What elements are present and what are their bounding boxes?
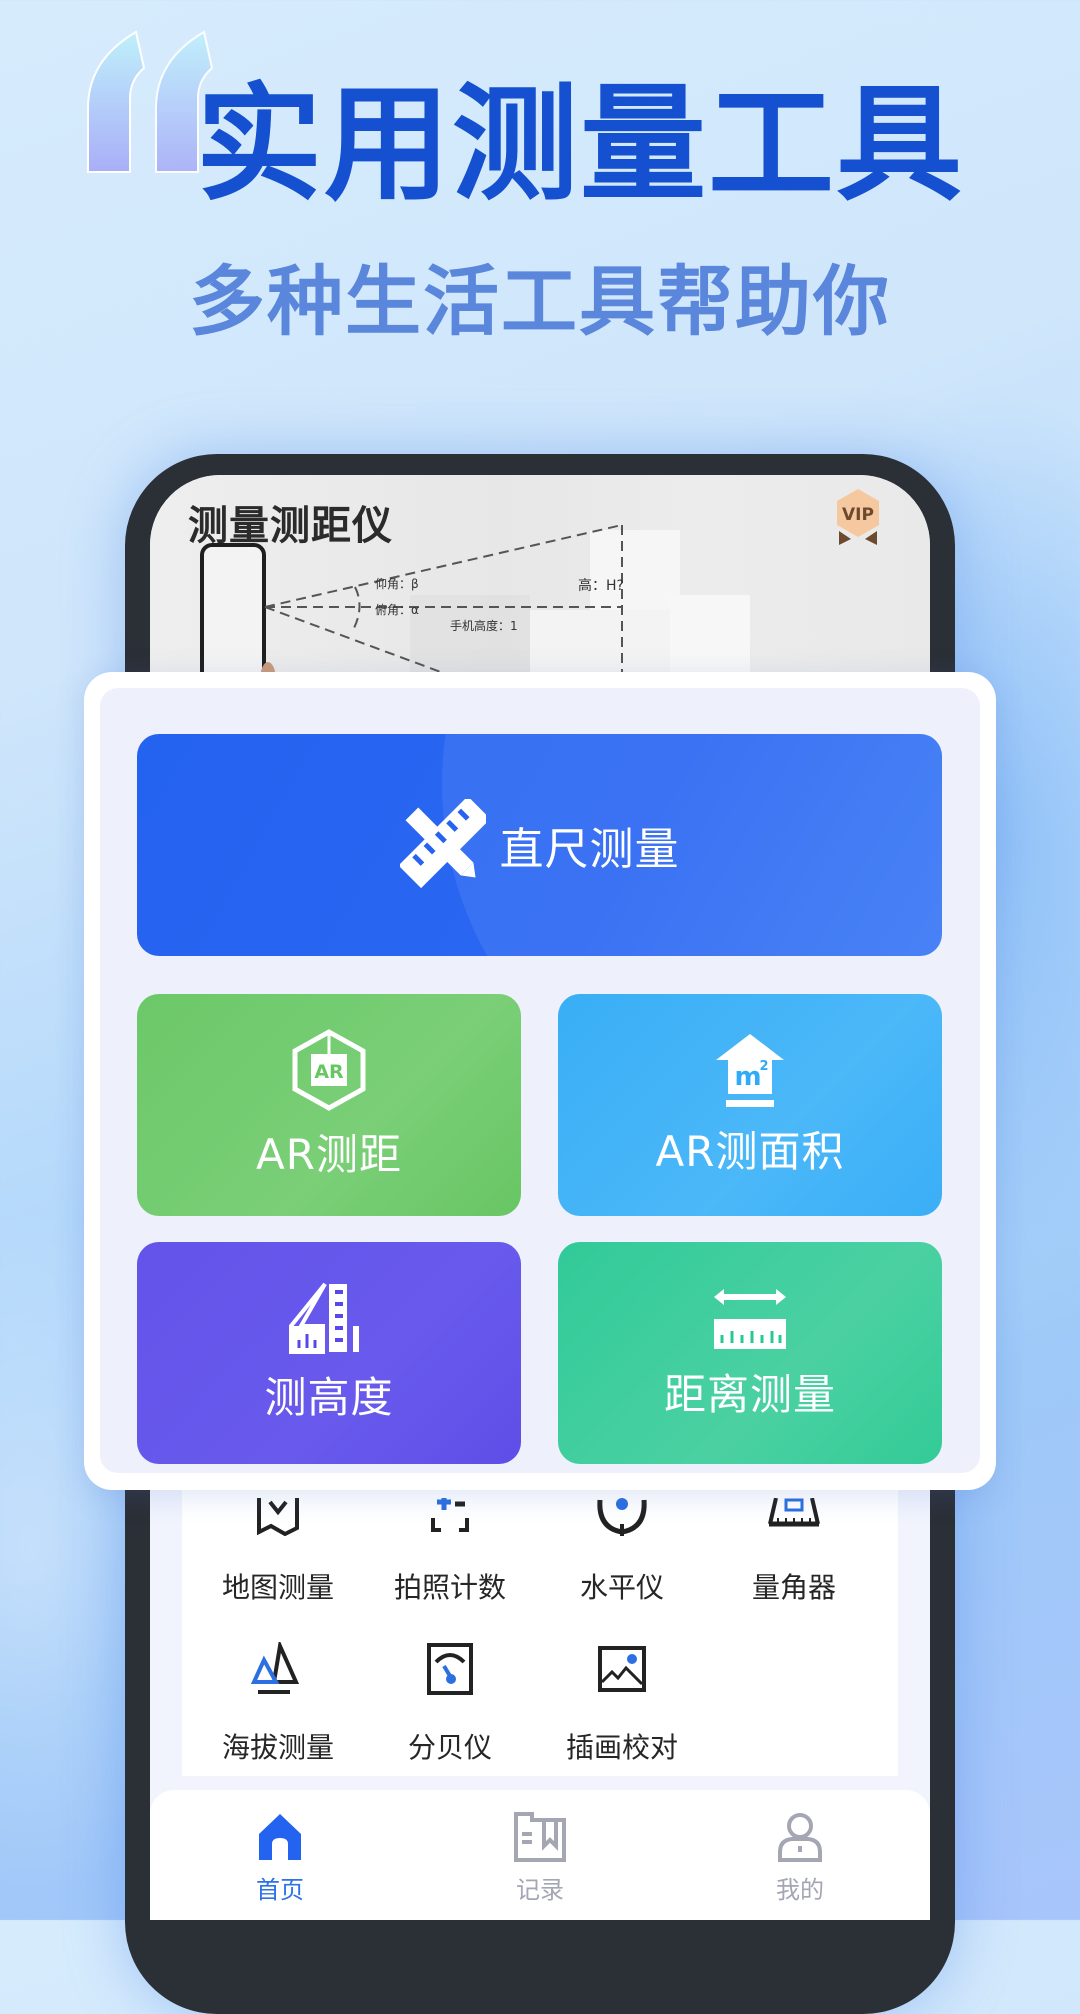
bottom-nav: 首页 记录 我的	[150, 1790, 930, 1920]
distance-measure-button[interactable]: 距离测量	[558, 1242, 942, 1464]
main-tools-card: 直尺测量 AR AR测距 m 2 AR测面积 测高度 距离测量	[84, 672, 996, 1490]
tool-picture-check[interactable]: 插画校对	[536, 1642, 708, 1766]
nav-home[interactable]: 首页	[200, 1812, 360, 1905]
picture-icon	[598, 1646, 646, 1692]
tile-label: 直尺测量	[499, 824, 680, 875]
protractor-icon	[768, 1498, 820, 1527]
tool-map-measure[interactable]: 地图测量	[192, 1498, 364, 1606]
decibel-meter-icon	[427, 1643, 473, 1695]
nav-profile[interactable]: 我的	[720, 1812, 880, 1905]
tool-label: 插画校对	[565, 1731, 678, 1764]
ar-area-button[interactable]: m 2 AR测面积	[558, 994, 942, 1216]
nav-label: 我的	[776, 1876, 824, 1904]
house-area-icon: m 2	[716, 1033, 784, 1107]
vip-badge-text: VIP	[842, 505, 874, 525]
tool-decibel[interactable]: 分贝仪	[364, 1642, 536, 1766]
vip-badge-icon[interactable]: VIP	[833, 487, 883, 549]
home-icon	[259, 1814, 301, 1860]
banner[interactable]: 测量测距仪 仰角：β 俯角：α 手机高度：1 高：H? VIP	[150, 475, 930, 705]
tool-photo-count[interactable]: 拍照计数	[364, 1498, 536, 1606]
tool-label: 量角器	[751, 1571, 836, 1604]
svg-text:AR: AR	[314, 1061, 344, 1083]
main-tools-panel: 直尺测量 AR AR测距 m 2 AR测面积 测高度 距离测量	[100, 688, 980, 1473]
tool-level[interactable]: 水平仪	[536, 1498, 708, 1606]
page-title: 实用测量工具	[196, 71, 964, 218]
tool-label: 地图测量	[221, 1571, 334, 1604]
depression-angle-label: 俯角：α	[375, 603, 419, 617]
distance-ruler-icon	[714, 1288, 786, 1349]
tool-label: 水平仪	[579, 1571, 664, 1604]
tile-label: AR测距	[256, 1129, 402, 1179]
nav-label: 首页	[256, 1876, 304, 1904]
elevation-angle-label: 仰角：β	[375, 577, 419, 591]
mountain-altitude-icon	[250, 1642, 300, 1694]
profile-icon	[778, 1813, 822, 1862]
level-icon	[597, 1498, 647, 1536]
tools-panel: 地图测量 拍照计数 水平仪 量角器 海拔测量 分贝仪 插画校对	[182, 1480, 898, 1776]
ruler-pencil-icon	[399, 799, 486, 889]
banner-title: 测量测距仪	[188, 503, 393, 549]
ruler-measure-button[interactable]: 直尺测量	[137, 734, 942, 956]
nav-label: 记录	[516, 1876, 564, 1904]
svg-text:m: m	[734, 1062, 761, 1092]
tool-label: 分贝仪	[407, 1731, 492, 1764]
page-subtitle: 多种生活工具帮助你	[189, 257, 891, 346]
height-measure-button[interactable]: 测高度	[137, 1242, 521, 1464]
records-icon	[514, 1812, 566, 1862]
tool-protractor[interactable]: 量角器	[708, 1498, 880, 1606]
tool-altitude[interactable]: 海拔测量	[192, 1642, 364, 1766]
map-icon	[257, 1498, 299, 1536]
tile-label: 距离测量	[663, 1369, 836, 1419]
tool-label: 拍照计数	[393, 1571, 506, 1604]
tool-label: 海拔测量	[221, 1731, 334, 1764]
ar-distance-button[interactable]: AR AR测距	[137, 994, 521, 1216]
tile-label: AR测面积	[655, 1126, 845, 1176]
nav-records[interactable]: 记录	[460, 1812, 620, 1905]
svg-text:2: 2	[759, 1059, 768, 1074]
scan-count-icon	[431, 1498, 469, 1532]
ar-cube-icon: AR	[292, 1028, 366, 1111]
building-ruler-icon	[289, 1282, 359, 1354]
tile-label: 测高度	[264, 1372, 394, 1422]
height-label: 高：H?	[578, 578, 624, 594]
phone-height-label: 手机高度：1	[450, 619, 518, 633]
